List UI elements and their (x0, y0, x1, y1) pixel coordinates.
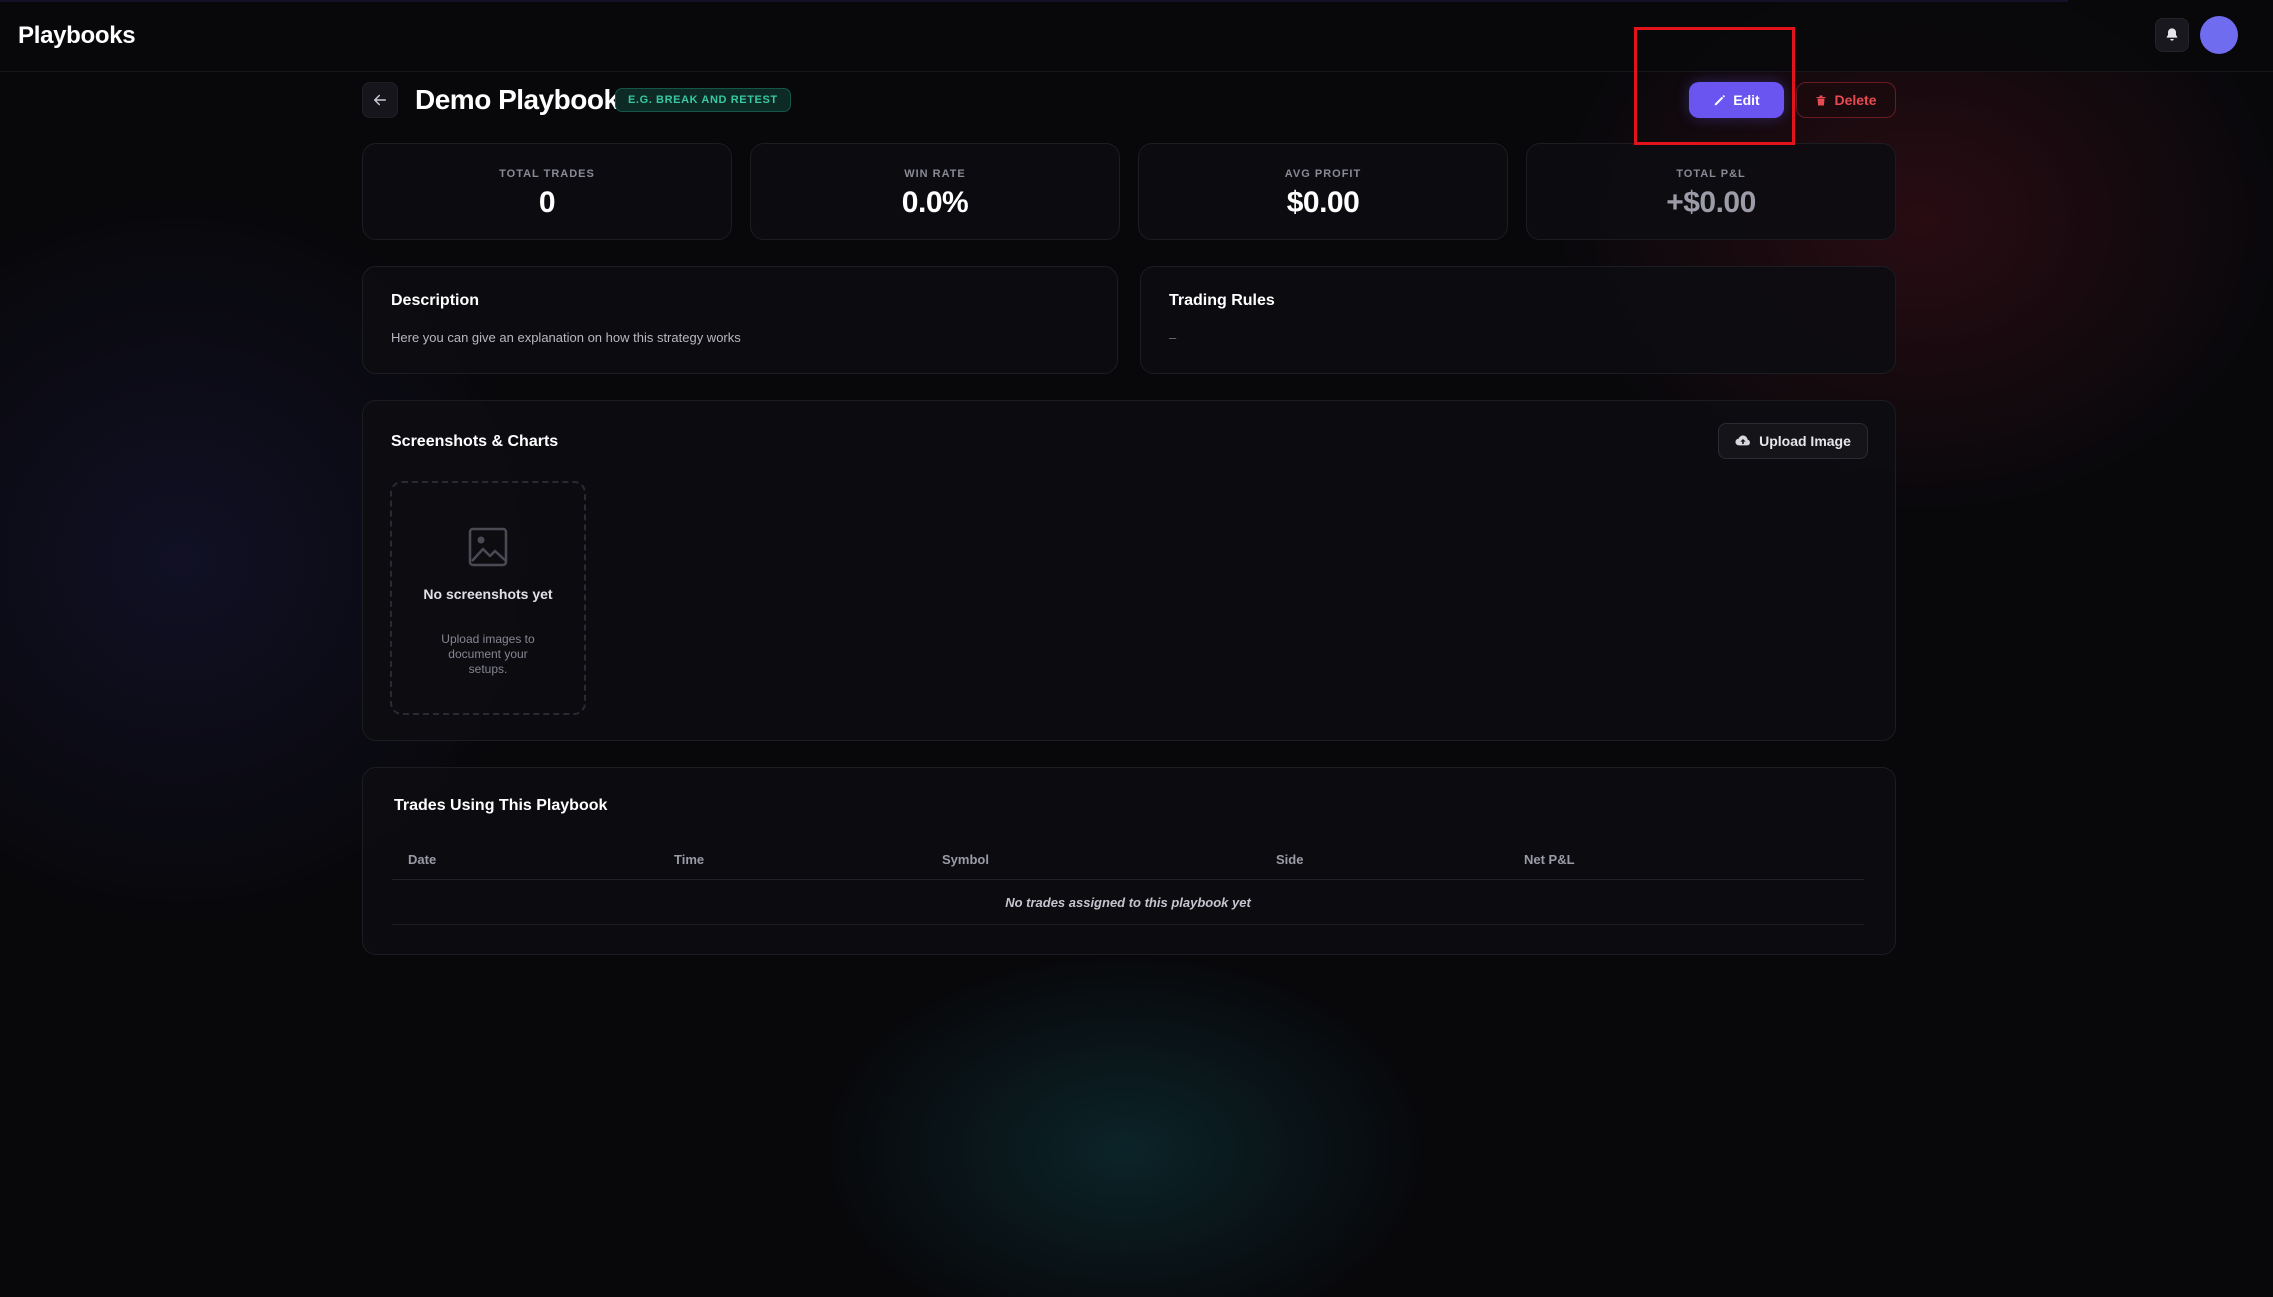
delete-button[interactable]: Delete (1796, 82, 1896, 118)
stat-card-avg-profit: AVG PROFIT $0.00 (1138, 143, 1508, 240)
stat-value: 0 (538, 186, 556, 219)
stat-card-total-trades: TOTAL TRADES 0 (362, 143, 732, 240)
empty-state-title: No screenshots yet (423, 586, 553, 602)
screenshots-card: Screenshots & Charts (362, 400, 1896, 741)
empty-state-subtitle: Upload images to document your setups. (441, 632, 535, 676)
stat-card-win-rate: WIN RATE 0.0% (750, 143, 1120, 240)
top-bar: Playbooks (0, 0, 2273, 72)
trading-rules-text: – (1169, 330, 1177, 345)
trading-rules-title: Trading Rules (1169, 292, 1275, 309)
back-button[interactable] (362, 82, 398, 118)
description-title: Description (391, 292, 480, 309)
trades-title: Trades Using This Playbook (394, 797, 608, 814)
description-card: Description Here you can give an explana… (362, 266, 1118, 374)
trash-icon (1816, 95, 1826, 105)
delete-button-label: Delete (1834, 92, 1877, 108)
stat-label: TOTAL TRADES (499, 168, 595, 180)
stat-value: +$0.00 (1666, 186, 1756, 219)
description-text: Here you can give an explanation on how … (391, 330, 741, 345)
stat-label: AVG PROFIT (1284, 168, 1362, 180)
trades-empty-row: No trades assigned to this playbook yet (392, 881, 1864, 925)
notifications-button[interactable] (2155, 18, 2189, 52)
stat-value: $0.00 (1286, 186, 1360, 219)
avatar[interactable] (2200, 16, 2238, 54)
image-placeholder-icon (468, 527, 508, 567)
trades-table-header: Date Time Symbol Side Net P&L (392, 848, 1864, 880)
stat-label: TOTAL P&L (1676, 168, 1746, 180)
highlight-box (1634, 27, 1795, 145)
column-header-net-pnl[interactable]: Net P&L (1524, 852, 1575, 867)
app-title: Playbooks (18, 22, 136, 49)
column-header-date[interactable]: Date (408, 852, 436, 867)
trading-rules-card: Trading Rules – (1140, 266, 1896, 374)
column-header-symbol[interactable]: Symbol (942, 852, 989, 867)
stat-card-total-pnl: TOTAL P&L +$0.00 (1526, 143, 1896, 240)
arrow-left-icon (374, 94, 386, 106)
stat-value: 0.0% (901, 186, 969, 219)
stat-label: WIN RATE (904, 168, 966, 180)
column-header-side[interactable]: Side (1276, 852, 1303, 867)
screenshots-title: Screenshots & Charts (391, 433, 559, 450)
bell-icon (2166, 28, 2178, 41)
page-title: Demo Playbook (415, 84, 619, 115)
column-header-time[interactable]: Time (674, 852, 704, 867)
playbook-tag-badge: E.G. BREAK AND RETEST (615, 88, 791, 112)
screenshots-empty-state: No screenshots yet Upload images to docu… (390, 481, 586, 715)
upload-image-label: Upload Image (1759, 433, 1851, 449)
upload-image-button[interactable]: Upload Image (1718, 423, 1868, 459)
cloud-upload-icon (1735, 435, 1750, 446)
